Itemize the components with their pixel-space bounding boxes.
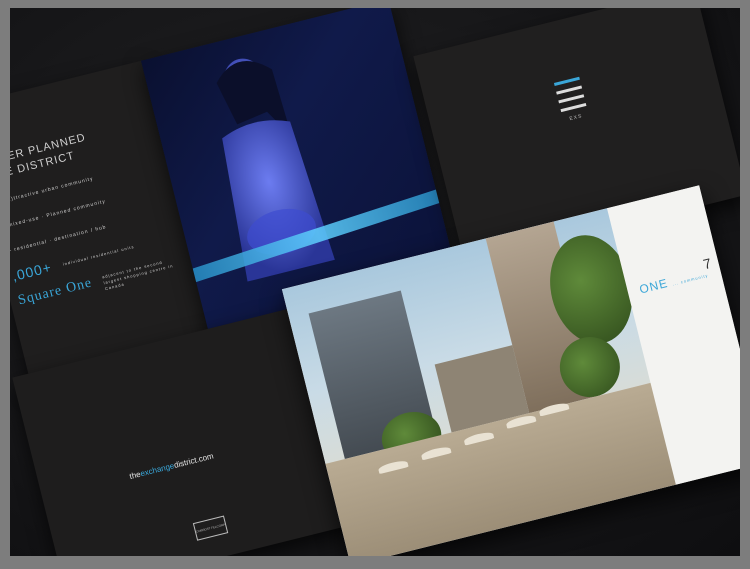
brand-wordmark: ONE ... community xyxy=(638,266,709,297)
url-suffix: district.com xyxy=(173,451,215,470)
spread-bullet: — residential · destination / hub xyxy=(10,224,108,255)
url-highlight: exchange xyxy=(139,461,176,479)
developer-logo-badge: CAMROST FELCORP xyxy=(192,515,229,541)
spread-bullet: — A(t)ttractive urban community xyxy=(10,175,95,207)
cover-logo-icon: EXS xyxy=(553,76,589,124)
spread-stat-value: ,000+ xyxy=(10,258,54,285)
spread-bullet: — mixed-use · Planned community xyxy=(10,198,107,231)
brochure-mockup-scene: ASTER PLANNED NGE DISTRICT — A(t)ttracti… xyxy=(10,8,740,556)
brand-sub: ... community xyxy=(672,272,709,287)
spread-stat-caption: individual residential units xyxy=(62,243,135,267)
brand-text: ONE xyxy=(637,275,670,297)
logo-label: EXS xyxy=(568,113,584,123)
square-one-caption: adjacent to the second largest shopping … xyxy=(101,259,174,292)
website-url: theexchangedistrict.com xyxy=(129,451,215,481)
